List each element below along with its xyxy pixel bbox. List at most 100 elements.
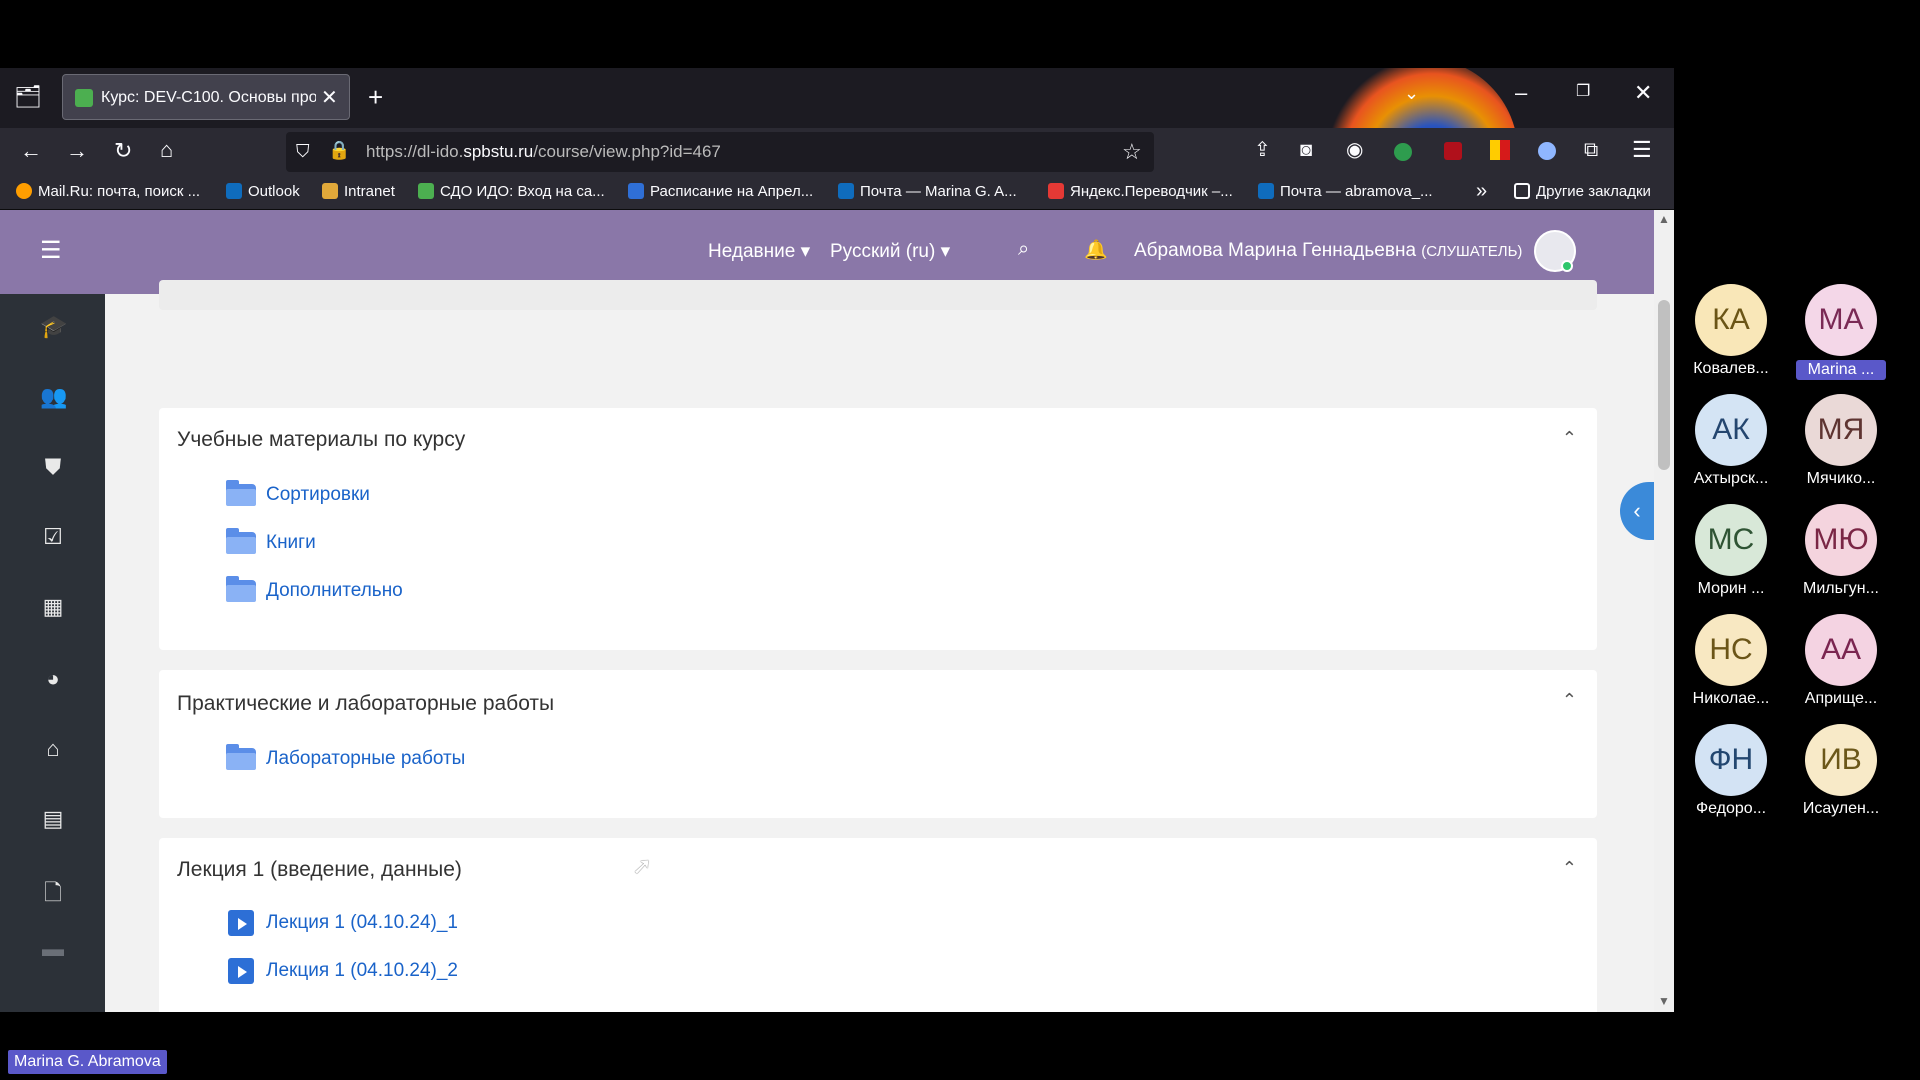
back-icon[interactable]: ←	[20, 140, 42, 162]
language-menu[interactable]: Русский (ru) ▾	[830, 240, 950, 263]
folder-icon	[226, 744, 256, 770]
tab-title: Курс: DEV-C100. Основы прогр	[101, 89, 316, 106]
participant-avatar: МА	[1805, 284, 1877, 356]
participant-avatar: КА	[1695, 284, 1767, 356]
home-icon[interactable]: ⌂	[40, 736, 66, 762]
tab-favicon-icon	[75, 89, 93, 107]
participant-tile[interactable]: МЮ Мильгун...	[1796, 504, 1886, 598]
ublock-icon[interactable]	[1444, 142, 1462, 160]
bookmark-item[interactable]: Расписание на Апрел...	[628, 183, 813, 200]
participant-avatar: ФН	[1695, 724, 1767, 796]
scroll-thumb[interactable]	[1658, 300, 1670, 470]
video-icon	[228, 910, 254, 936]
sdo-icon	[418, 183, 434, 199]
participant-tile[interactable]: ИВ Исаулен...	[1796, 724, 1886, 818]
bell-icon[interactable]: 🔔	[1084, 238, 1108, 262]
graduation-cap-icon[interactable]: 🎓	[40, 314, 67, 340]
participant-tile[interactable]: МЯ Мячико...	[1796, 394, 1886, 488]
folder-icon	[1514, 183, 1530, 199]
bookmark-item[interactable]: Mail.Ru: почта, поиск ...	[16, 183, 200, 200]
participant-tile[interactable]: МА Marina ...	[1796, 284, 1886, 380]
bookmark-item[interactable]: Intranet	[322, 183, 395, 200]
extension-circle-icon[interactable]	[1538, 142, 1556, 160]
participant-tile[interactable]: АА Априще...	[1796, 614, 1886, 708]
scroll-up-icon[interactable]: ▲	[1658, 212, 1670, 226]
url-text: https://dl-ido.spbstu.ru/course/view.php…	[366, 142, 721, 161]
bookmark-item[interactable]: СДО ИДО: Вход на са...	[418, 183, 605, 200]
mouse-cursor-icon: ➚	[632, 853, 653, 880]
participant-avatar: МЯ	[1805, 394, 1877, 466]
participant-tile[interactable]: НС Николае...	[1686, 614, 1776, 708]
minimize-icon[interactable]: –	[1515, 82, 1527, 104]
url-bar[interactable]: ⛉ 🔒 https://dl-ido.spbstu.ru/course/view…	[286, 132, 1154, 172]
folder-icon	[226, 576, 256, 602]
participant-tile[interactable]: АК Ахтырск...	[1686, 394, 1776, 488]
grades-table-icon[interactable]: ▦	[40, 594, 66, 620]
online-status-icon	[1561, 260, 1573, 272]
archive-icon[interactable]: ▬	[40, 936, 66, 962]
outlook-icon	[838, 183, 854, 199]
dashboard-gauge-icon[interactable]: ◕	[40, 666, 66, 692]
participants-panel: КА Ковалев... МА Marina ... АК Ахтырск... МЯ Мя…	[1680, 284, 1920, 824]
pocket-icon[interactable]: ◙	[1300, 140, 1312, 160]
section-title[interactable]: Учебные материалы по курсу	[177, 428, 465, 452]
forward-icon[interactable]: →	[66, 140, 88, 162]
home-icon[interactable]: ⌂	[160, 139, 173, 161]
hamburger-icon[interactable]: ☰	[40, 236, 62, 265]
participant-avatar: МС	[1695, 504, 1767, 576]
participant-tile[interactable]: МС Морин ...	[1686, 504, 1776, 598]
bookmark-item[interactable]: Почта — Marina G. A...	[838, 183, 1017, 200]
bookmark-item[interactable]: Яндекс.Переводчик –...	[1048, 183, 1233, 200]
section-card: Практические и лабораторные работы ⌃ Лаб…	[159, 670, 1597, 818]
bookmark-star-icon[interactable]: ☆	[1122, 141, 1142, 163]
file-icon[interactable]: 🗋	[40, 876, 66, 905]
participant-avatar: МЮ	[1805, 504, 1877, 576]
reload-icon[interactable]: ↻	[114, 140, 132, 162]
self-name-label: Marina G. Abramova	[8, 1050, 167, 1074]
collapse-chevron-icon[interactable]: ⌃	[1562, 690, 1577, 711]
section-title[interactable]: Лекция 1 (введение, данные)	[177, 858, 462, 882]
calendar-icon[interactable]: ▤	[40, 806, 66, 832]
folder-icon	[226, 480, 256, 506]
collapse-chevron-icon[interactable]: ⌃	[1562, 858, 1577, 879]
close-window-icon[interactable]: ✕	[1634, 82, 1652, 104]
search-icon[interactable]: ⌕	[1018, 238, 1029, 261]
shield-icon[interactable]: ⛉	[296, 142, 310, 160]
extension-flag-icon[interactable]	[1490, 140, 1510, 160]
user-menu[interactable]: Абрамова Марина Геннадьевна (СЛУШАТЕЛЬ)	[1134, 240, 1522, 262]
participant-tile[interactable]: КА Ковалев...	[1686, 284, 1776, 378]
participant-name: Ахтырск...	[1693, 470, 1769, 487]
menu-icon[interactable]: ☰	[1632, 139, 1652, 161]
library-icon[interactable]: ⇪	[1254, 140, 1271, 160]
scroll-down-icon[interactable]: ▼	[1658, 994, 1670, 1008]
extensions-puzzle-icon[interactable]: ⧉	[1584, 140, 1598, 160]
section-title[interactable]: Практические и лабораторные работы	[177, 692, 554, 716]
active-tab[interactable]: Курс: DEV-C100. Основы прогр ✕	[62, 74, 350, 120]
bookmark-item[interactable]: Outlook	[226, 183, 300, 200]
lock-icon[interactable]: 🔒	[328, 141, 350, 159]
browser-window: 🗂 Курс: DEV-C100. Основы прогр ✕ + ⌄ – ❐…	[0, 68, 1674, 1012]
badge-shield-icon[interactable]: ⛊	[40, 454, 66, 480]
bookmarks-overflow-icon[interactable]: »	[1476, 180, 1487, 203]
extension-icon[interactable]	[1394, 143, 1412, 161]
page-scrollbar[interactable]: ▲ ▼	[1654, 210, 1674, 1012]
participants-icon[interactable]: 👥	[40, 384, 67, 410]
collapse-chevron-icon[interactable]: ⌃	[1562, 428, 1577, 449]
chevron-left-icon: ‹	[1633, 498, 1641, 523]
avatar[interactable]	[1534, 230, 1576, 272]
other-bookmarks[interactable]: Другие закладки	[1514, 183, 1651, 200]
mailru-icon	[16, 183, 32, 199]
participant-tile[interactable]: ФН Федоро...	[1686, 724, 1776, 818]
bookmark-item[interactable]: Почта — abramova_...	[1258, 183, 1433, 200]
restore-icon[interactable]: ❐	[1576, 84, 1590, 100]
tab-close-icon[interactable]: ✕	[321, 85, 338, 110]
new-tab-icon[interactable]: +	[368, 84, 383, 110]
participant-name: Николае...	[1692, 690, 1770, 707]
account-icon[interactable]: ◉	[1346, 140, 1363, 160]
previous-section-card	[159, 280, 1597, 310]
tab-overflow-chevron-icon[interactable]: ⌄	[1404, 84, 1419, 102]
tab-list-icon[interactable]: 🗂	[14, 86, 42, 108]
competencies-check-icon[interactable]: ☑	[40, 524, 66, 550]
schedule-icon	[628, 183, 644, 199]
recent-menu[interactable]: Недавние ▾	[708, 240, 810, 263]
